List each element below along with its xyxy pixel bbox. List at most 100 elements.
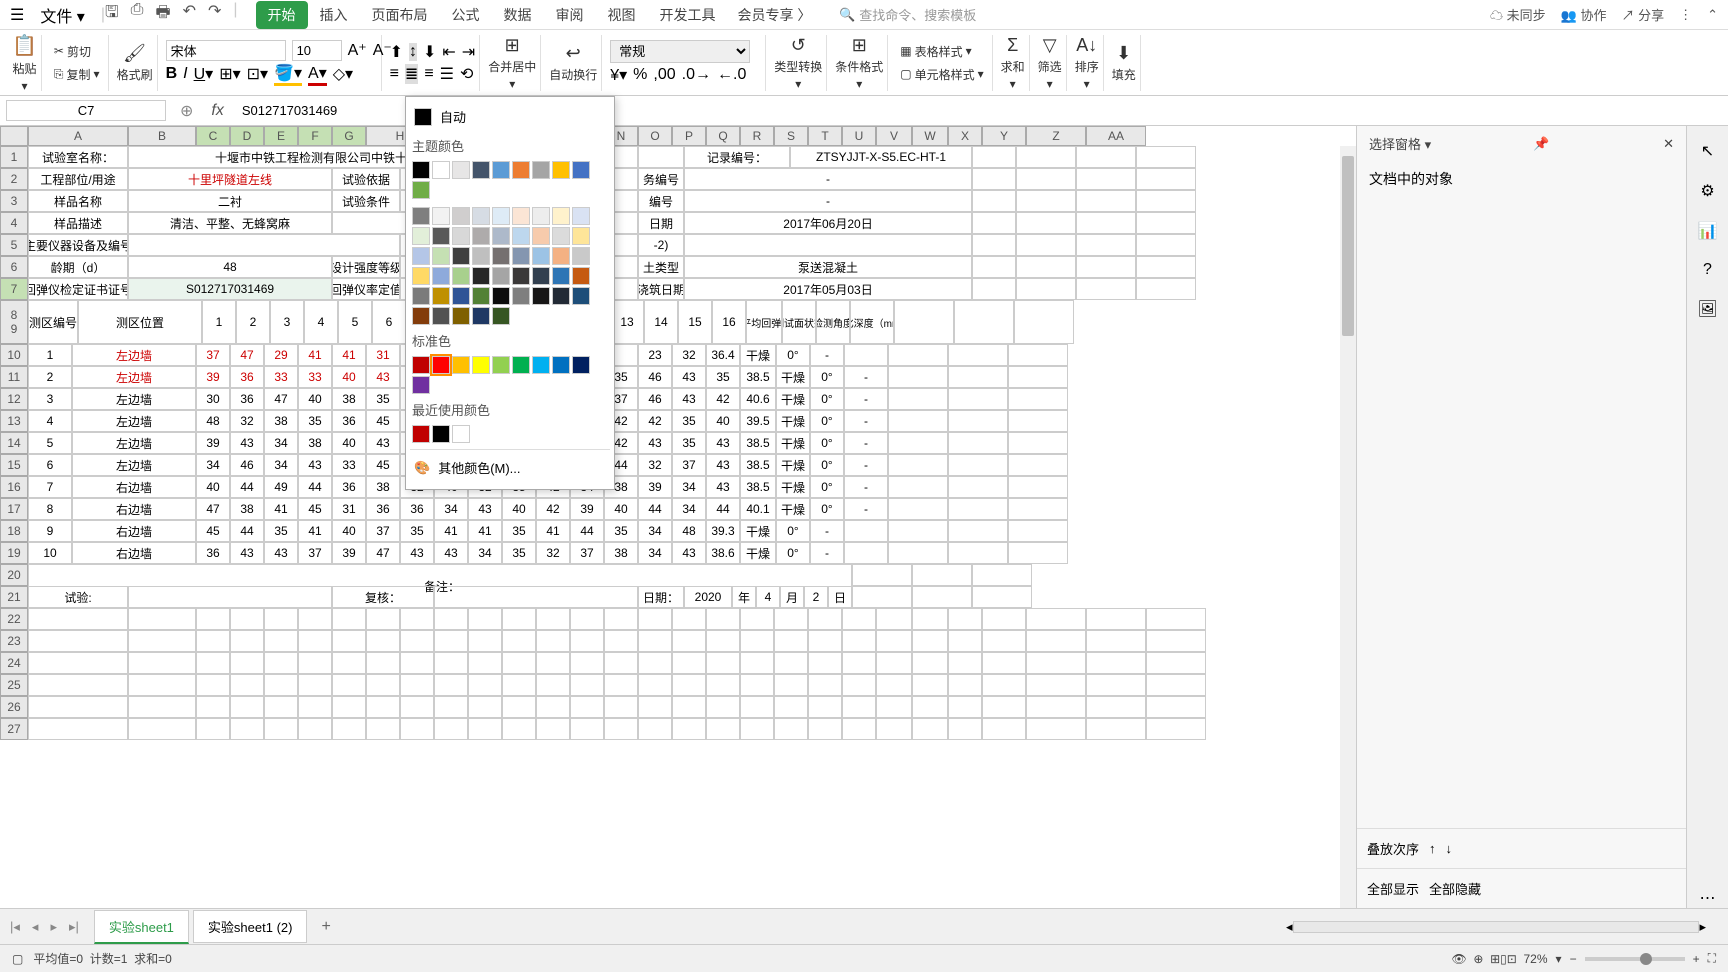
cell[interactable]: 37 [672,454,706,476]
wrap-text-button[interactable]: ↩自动换行 [549,43,597,83]
cell[interactable]: 38.5 [740,454,776,476]
cell[interactable]: 39 [570,498,604,520]
cell[interactable] [1016,168,1076,190]
cell[interactable] [888,410,948,432]
row-header[interactable]: 22 [0,608,28,630]
cell[interactable]: 日期： [638,586,684,608]
color-swatch[interactable] [532,227,550,245]
cell[interactable] [888,520,948,542]
cell[interactable] [948,366,1008,388]
color-swatch[interactable] [452,287,470,305]
cell[interactable] [672,696,706,718]
cell[interactable]: 43 [468,498,502,520]
color-swatch[interactable] [452,307,470,325]
cell[interactable] [1016,212,1076,234]
align-top-icon[interactable]: ⬆ [390,42,403,62]
cell[interactable] [128,674,196,696]
number-format-combo[interactable]: 常规 [610,40,750,63]
align-left-icon[interactable]: ≡ [390,65,399,83]
cell[interactable]: 33 [332,454,366,476]
spreadsheet-grid[interactable]: ABCDEFGHIJKLMNOPQRSTUVWXYZAA1试验室名称：十堰市中铁… [0,126,1356,908]
cell[interactable]: 38.5 [740,366,776,388]
cell[interactable] [468,652,502,674]
cell[interactable] [1076,234,1136,256]
color-swatch[interactable] [572,161,590,179]
align-right-icon[interactable]: ≡ [424,65,433,83]
cell[interactable]: 干燥 [776,454,810,476]
cell[interactable] [894,300,954,344]
cell[interactable] [1008,432,1068,454]
cell[interactable]: 44 [706,498,740,520]
align-middle-icon[interactable]: ↕ [409,43,417,61]
color-swatch[interactable] [432,227,450,245]
cell[interactable]: 复核： [332,586,434,608]
cell[interactable]: 36.4 [706,344,740,366]
cell[interactable] [502,608,536,630]
color-swatch[interactable] [472,247,490,265]
cell[interactable] [1026,608,1086,630]
align-center-icon[interactable]: ≣ [405,64,418,84]
color-swatch[interactable] [492,267,510,285]
copy-button[interactable]: ⎘复制▾ [50,64,104,85]
color-swatch[interactable] [412,356,430,374]
cell[interactable] [948,454,1008,476]
cell[interactable] [740,674,774,696]
cell[interactable] [468,674,502,696]
cell[interactable]: 试验条件 [332,190,400,212]
cell[interactable] [774,608,808,630]
cell[interactable]: 45 [366,454,400,476]
cell[interactable]: 39 [332,542,366,564]
cell[interactable]: 10 [28,542,72,564]
cell[interactable]: 设计强度等级 [332,256,400,278]
cell[interactable]: 29 [264,344,298,366]
cell[interactable] [638,608,672,630]
eye-icon[interactable]: 👁 [1451,952,1466,966]
color-swatch[interactable] [532,287,550,305]
cell[interactable]: - [810,344,844,366]
cell[interactable]: 43 [706,454,740,476]
cell[interactable] [264,718,298,740]
cell[interactable] [298,718,332,740]
currency-icon[interactable]: ¥▾ [610,65,627,85]
col-header[interactable]: O [638,126,672,146]
zoom-slider[interactable] [1585,957,1685,961]
cell[interactable] [604,718,638,740]
col-header[interactable]: Y [982,126,1026,146]
cell[interactable]: 39 [638,476,672,498]
cell[interactable]: 46 [638,388,672,410]
cell[interactable] [774,674,808,696]
cell[interactable]: 41 [468,520,502,542]
next-sheet-icon[interactable]: ▸ [50,919,57,935]
cell[interactable]: 32 [672,344,706,366]
cell[interactable]: 38 [604,542,638,564]
cell[interactable] [332,608,366,630]
fx-icon[interactable]: fx [201,102,233,120]
cell[interactable]: 0° [776,344,810,366]
comma-icon[interactable]: ,00 [653,66,675,84]
cell[interactable] [298,652,332,674]
cell[interactable] [400,696,434,718]
cell[interactable]: 34 [434,498,468,520]
cell[interactable]: 35 [400,520,434,542]
color-swatch[interactable] [532,267,550,285]
cell[interactable]: 干燥 [776,498,810,520]
cell[interactable] [128,586,332,608]
focus-icon[interactable]: ⊕ [1473,952,1483,966]
cell[interactable]: 35 [502,542,536,564]
color-swatch[interactable] [552,247,570,265]
cell[interactable] [684,234,972,256]
cell[interactable] [808,674,842,696]
color-swatch[interactable] [552,207,570,225]
cell[interactable]: 33 [264,366,298,388]
cell[interactable] [888,344,948,366]
cell[interactable] [912,652,948,674]
color-swatch[interactable] [472,287,490,305]
collab-button[interactable]: 👥 协作 [1561,5,1607,24]
color-swatch[interactable] [572,207,590,225]
cell[interactable]: 34 [264,454,298,476]
cell[interactable]: 土类型 [638,256,684,278]
cell[interactable] [774,652,808,674]
cell[interactable] [1026,630,1086,652]
cell[interactable]: 36 [230,366,264,388]
cell[interactable] [982,674,1026,696]
